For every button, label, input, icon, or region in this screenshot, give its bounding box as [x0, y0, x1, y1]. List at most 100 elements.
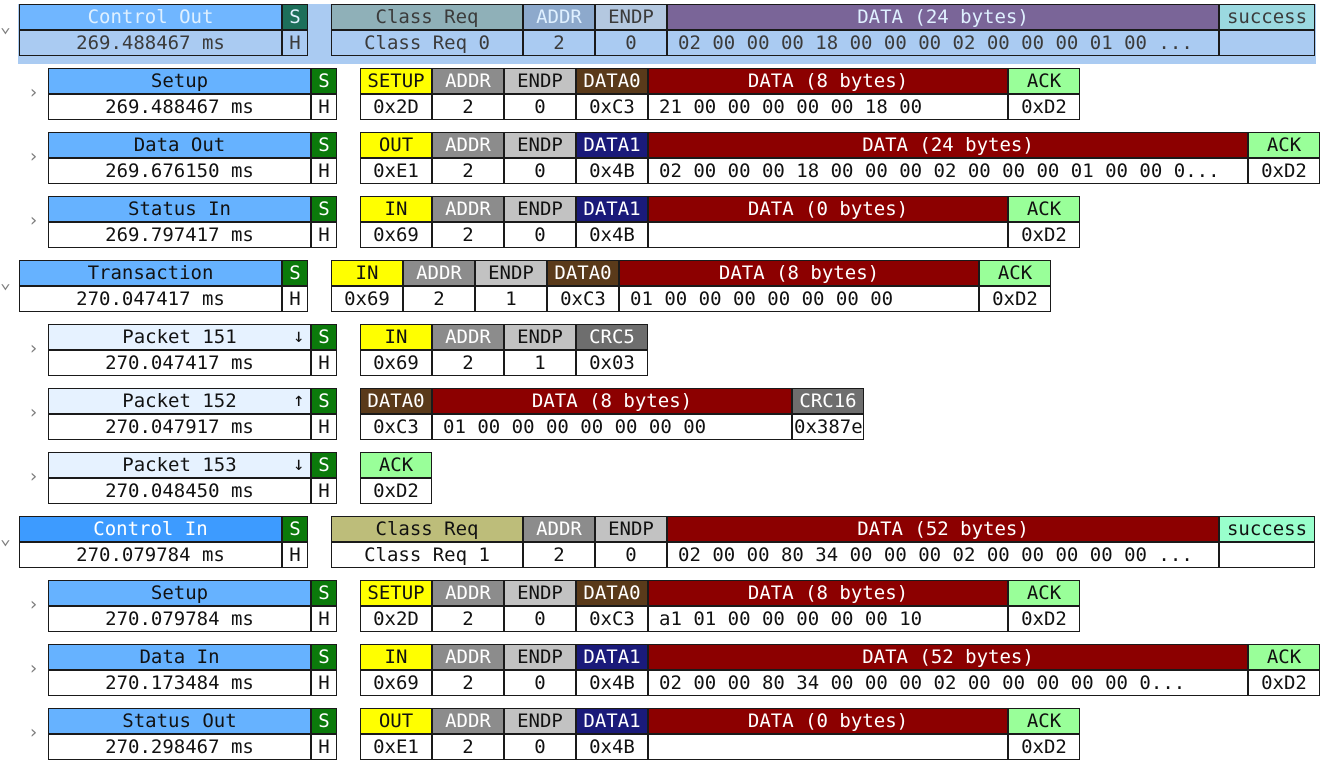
field-value-addr: 2 — [523, 30, 595, 56]
stage-row-setup[interactable]: › Setup 269.488467 ms S H SETUP 0x2D ADDR 2 ENDP 0… — [0, 68, 1338, 120]
field-value-class-req: Class Req 1 — [331, 542, 523, 568]
row-name: Transaction — [19, 260, 282, 286]
packet-row-packet-153[interactable]: › Packet 153 ↓ 270.048450 ms S H ACK 0xD2 — [0, 452, 1338, 504]
chevron-right-icon[interactable]: › — [28, 148, 39, 166]
chevron-right-icon[interactable]: › — [28, 212, 39, 230]
field-label-endp: ENDP — [504, 196, 576, 222]
field-value-endp: 0 — [504, 606, 576, 632]
stage-row-data-in[interactable]: › Data In 270.173484 ms S H IN 0x69 ADDR 2 ENDP 0 D… — [0, 644, 1338, 696]
packet-row-packet-151[interactable]: › Packet 151 ↓ 270.047417 ms S H IN 0x69 ADDR 2 EN… — [0, 324, 1338, 376]
field-label-in: IN — [360, 324, 432, 350]
field-value-data0: 0xC3 — [576, 606, 648, 632]
field-value-data1: 0x4B — [576, 158, 648, 184]
control-row-control-out[interactable]: ⌄ Control Out 269.488467 ms S H Class Req Clas… — [0, 4, 1338, 64]
field-label-endp: ENDP — [504, 324, 576, 350]
row-name: Control Out — [19, 4, 282, 30]
field-value-class-req: Class Req 0 — [331, 30, 523, 56]
hub-badge: H — [282, 542, 308, 568]
field-value-in: 0x69 — [360, 350, 432, 376]
speed-badge: S — [311, 644, 337, 670]
field-label-endp: ENDP — [504, 132, 576, 158]
field-value-success — [1219, 542, 1315, 568]
control-row-control-in[interactable]: ⌄ Control In 270.079784 ms S H Class Req Class… — [0, 516, 1338, 568]
hub-badge: H — [311, 414, 337, 440]
field-label-endp: ENDP — [504, 644, 576, 670]
field-value-out: 0xE1 — [360, 734, 432, 760]
field-value-addr: 2 — [432, 222, 504, 248]
field-value-data0: 0xC3 — [360, 414, 432, 440]
row-timestamp: 269.488467 ms — [48, 94, 311, 120]
stage-row-status-in[interactable]: › Status In 269.797417 ms S H IN 0x69 ADDR 2 ENDP… — [0, 196, 1338, 248]
field-value-addr: 2 — [432, 350, 504, 376]
field-value-out: 0xE1 — [360, 158, 432, 184]
packet-row-packet-152[interactable]: › Packet 152 ↑ 270.047917 ms S H DATA0 0xC3 DATA… — [0, 388, 1338, 440]
speed-badge: S — [311, 708, 337, 734]
speed-badge: S — [311, 132, 337, 158]
chevron-right-icon[interactable]: › — [28, 468, 39, 486]
row-timestamp: 269.676150 ms — [48, 158, 311, 184]
transaction-row-transaction[interactable]: ⌄ Transaction 270.047417 ms S H IN 0x69 ADDR 2 EN… — [0, 260, 1338, 312]
stage-row-data-out[interactable]: › Data Out 269.676150 ms S H OUT 0xE1 ADDR 2 ENDP… — [0, 132, 1338, 184]
row-name: Packet 151 — [48, 324, 311, 350]
speed-badge: S — [282, 260, 308, 286]
field-value-ack: 0xD2 — [360, 478, 432, 504]
field-value-data0: 0xC3 — [547, 286, 619, 312]
field-label-in: IN — [331, 260, 403, 286]
row-timestamp: 270.047417 ms — [48, 350, 311, 376]
field-label-class-req: Class Req — [331, 516, 523, 542]
hub-badge: H — [311, 478, 337, 504]
field-value-data: 01 00 00 00 00 00 00 00 — [432, 414, 792, 440]
chevron-right-icon[interactable]: › — [28, 660, 39, 678]
arrow-down-icon: ↓ — [293, 453, 305, 475]
row-name: Setup — [48, 580, 311, 606]
field-label-addr: ADDR — [432, 708, 504, 734]
hub-badge: H — [311, 158, 337, 184]
field-label-addr: ADDR — [432, 324, 504, 350]
row-timestamp: 269.797417 ms — [48, 222, 311, 248]
field-label-data1: DATA1 — [576, 196, 648, 222]
field-label-data: DATA (8 bytes) — [619, 260, 979, 286]
field-label-data: DATA (8 bytes) — [648, 68, 1008, 94]
row-timestamp: 270.048450 ms — [48, 478, 311, 504]
speed-badge: S — [311, 580, 337, 606]
field-label-addr: ADDR — [432, 132, 504, 158]
field-value-data1: 0x4B — [576, 670, 648, 696]
hub-badge: H — [311, 670, 337, 696]
field-value-addr: 2 — [432, 94, 504, 120]
field-label-ack: ACK — [1008, 68, 1080, 94]
chevron-right-icon[interactable]: › — [28, 724, 39, 742]
field-label-ack: ACK — [1248, 132, 1320, 158]
field-value-endp: 0 — [595, 30, 667, 56]
hub-badge: H — [282, 30, 308, 56]
usb-trace-view[interactable]: ⌄ Control Out 269.488467 ms S H Class Req Clas… — [0, 0, 1338, 763]
field-value-crc5: 0x03 — [576, 350, 648, 376]
field-label-data0: DATA0 — [547, 260, 619, 286]
field-value-data0: 0xC3 — [576, 94, 648, 120]
chevron-down-icon[interactable]: ⌄ — [0, 274, 11, 292]
field-label-ack: ACK — [360, 452, 432, 478]
speed-badge: S — [311, 388, 337, 414]
field-label-data0: DATA0 — [360, 388, 432, 414]
field-value-crc16: 0x387e — [792, 414, 864, 440]
chevron-right-icon[interactable]: › — [28, 340, 39, 358]
chevron-right-icon[interactable]: › — [28, 404, 39, 422]
field-label-ack: ACK — [1008, 196, 1080, 222]
chevron-right-icon[interactable]: › — [28, 596, 39, 614]
field-label-success: success — [1219, 4, 1315, 30]
field-value-endp: 1 — [475, 286, 547, 312]
field-label-data: DATA (8 bytes) — [648, 580, 1008, 606]
field-value-in: 0x69 — [331, 286, 403, 312]
stage-row-status-out[interactable]: › Status Out 270.298467 ms S H OUT 0xE1 ADDR 2 EN… — [0, 708, 1338, 760]
field-label-class-req: Class Req — [331, 4, 523, 30]
chevron-down-icon[interactable]: ⌄ — [0, 530, 11, 548]
field-label-out: OUT — [360, 708, 432, 734]
chevron-right-icon[interactable]: › — [28, 84, 39, 102]
field-label-addr: ADDR — [432, 644, 504, 670]
row-timestamp: 270.079784 ms — [19, 542, 282, 568]
field-label-data1: DATA1 — [576, 132, 648, 158]
chevron-down-icon[interactable]: ⌄ — [0, 18, 11, 36]
stage-row-setup[interactable]: › Setup 270.079784 ms S H SETUP 0x2D ADDR 2 ENDP 0… — [0, 580, 1338, 632]
field-value-data: 02 00 00 00 18 00 00 00 02 00 00 00 01 0… — [648, 158, 1248, 184]
field-value-data: a1 01 00 00 00 00 00 10 — [648, 606, 1008, 632]
field-value-addr: 2 — [403, 286, 475, 312]
